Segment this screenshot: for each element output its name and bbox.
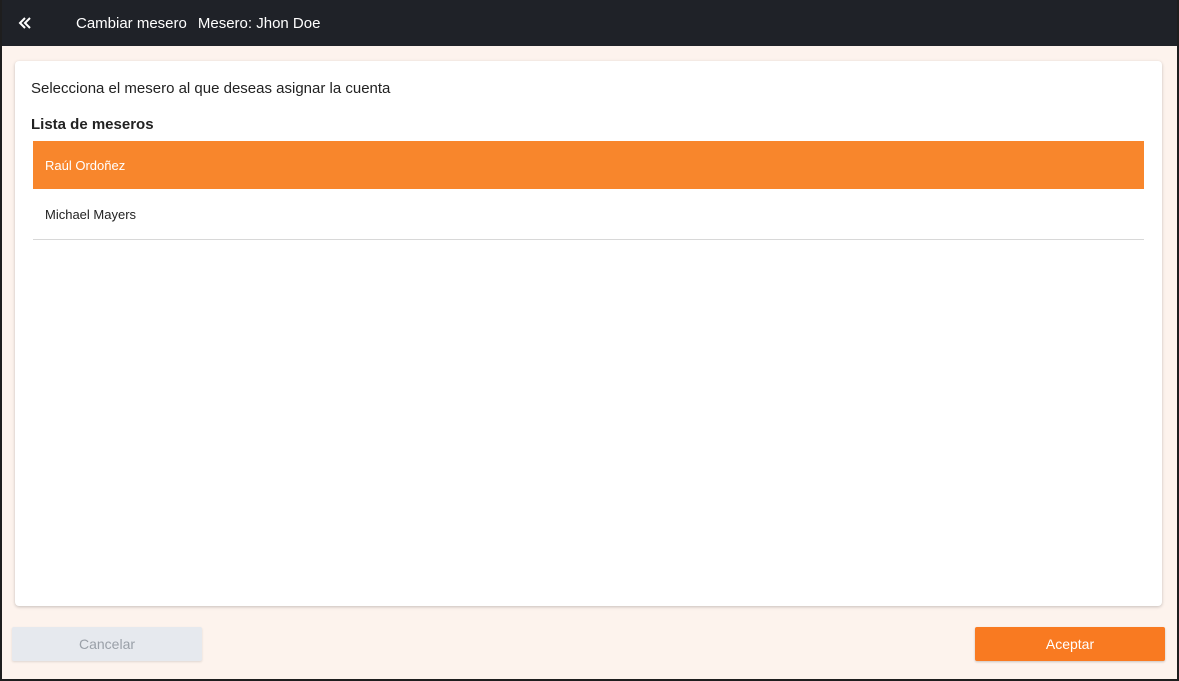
waiter-selection-card: Selecciona el mesero al que deseas asign…: [15, 61, 1162, 606]
instruction-text: Selecciona el mesero al que deseas asign…: [31, 80, 391, 97]
cancel-button[interactable]: Cancelar: [12, 627, 202, 661]
waiter-name: Raúl Ordoñez: [45, 157, 126, 173]
page-title: Cambiar mesero: [76, 14, 187, 32]
back-button[interactable]: [2, 0, 48, 46]
top-bar: Cambiar mesero Mesero: Jhon Doe: [2, 0, 1177, 46]
waiter-item-michael-mayers[interactable]: Michael Mayers: [33, 190, 1144, 240]
current-waiter-label: Mesero: Jhon Doe: [197, 14, 321, 32]
double-chevron-left-icon: [18, 17, 31, 29]
app-frame: Cambiar mesero Mesero: Jhon Doe Seleccio…: [2, 0, 1177, 679]
waiter-item-raul-ordonez[interactable]: Raúl Ordoñez: [33, 141, 1144, 189]
accept-button[interactable]: Aceptar: [975, 627, 1165, 661]
list-heading: Lista de meseros: [31, 116, 154, 133]
waiter-list: Raúl Ordoñez Michael Mayers: [33, 141, 1144, 240]
waiter-name: Michael Mayers: [45, 207, 137, 222]
